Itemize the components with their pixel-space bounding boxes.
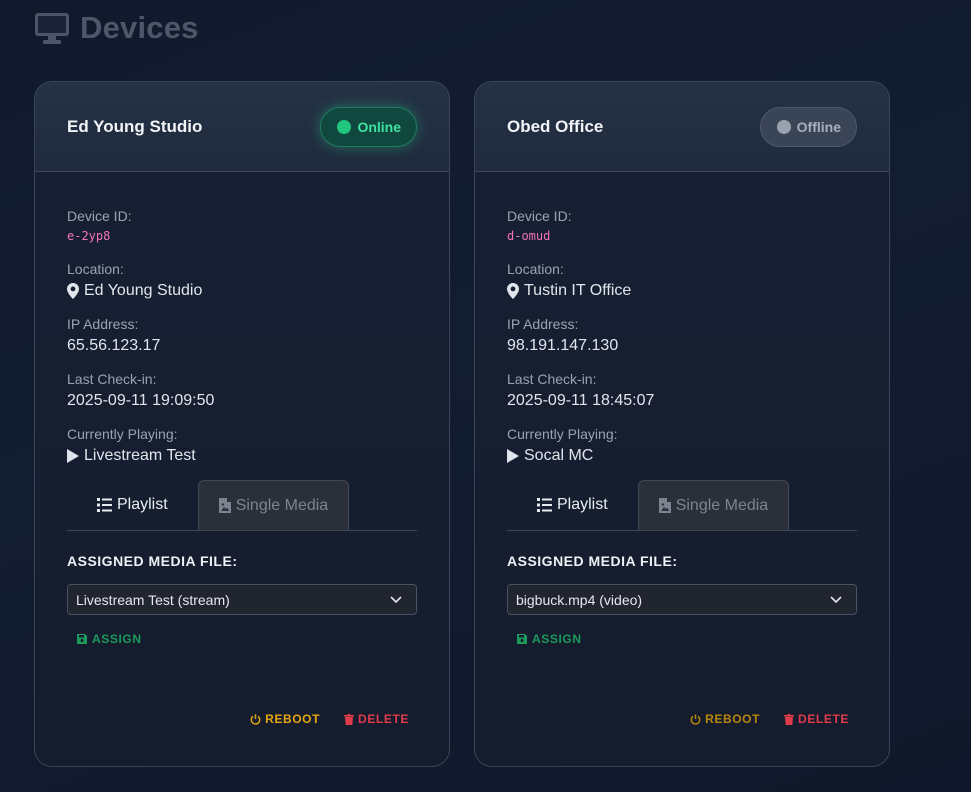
page-header: Devices: [34, 10, 199, 46]
reboot-button[interactable]: REBOOT: [690, 712, 760, 726]
last-checkin-label: Last Check-in:: [507, 371, 597, 387]
last-checkin-value: 2025-09-11 18:45:07: [507, 392, 655, 409]
device-name: Ed Young Studio: [67, 116, 203, 136]
device-name: Obed Office: [507, 116, 604, 136]
ip-address-value: 65.56.123.17: [67, 337, 161, 354]
file-image-icon: [658, 498, 671, 513]
page-title: Devices: [80, 10, 199, 45]
media-file-select[interactable]: bigbuck.mp4 (video): [507, 584, 857, 615]
play-icon: [507, 449, 519, 463]
power-icon: [690, 713, 701, 725]
assign-label: ASSIGN: [532, 632, 582, 646]
assign-button[interactable]: ASSIGN: [517, 632, 582, 646]
tab-single-media[interactable]: Single Media: [197, 480, 350, 530]
device-card-body: Device ID: d-omud Location: Tustin IT Of…: [475, 172, 889, 649]
save-icon: [517, 634, 527, 644]
device-id-label: Device ID:: [67, 208, 132, 224]
list-icon: [97, 498, 112, 512]
list-icon: [537, 498, 552, 512]
device-id-value: e-2yp8: [67, 229, 111, 243]
assigned-media-label: ASSIGNED MEDIA FILE:: [67, 553, 238, 569]
location-value: Ed Young Studio: [67, 282, 417, 300]
status-text: Online: [357, 118, 401, 135]
tab-single-media-label: Single Media: [235, 496, 329, 514]
map-pin-icon: [507, 283, 519, 299]
device-actions: REBOOT DELETE: [690, 712, 849, 726]
assign-button[interactable]: ASSIGN: [77, 632, 142, 646]
save-icon: [77, 634, 87, 644]
location-text: Tustin IT Office: [524, 282, 632, 299]
media-file-selected: Livestream Test (stream): [76, 591, 230, 608]
ip-address-label: IP Address:: [67, 316, 139, 332]
status-badge: Offline: [759, 106, 857, 147]
reboot-button[interactable]: REBOOT: [250, 712, 320, 726]
tab-single-media-label: Single Media: [675, 496, 769, 514]
last-checkin-value: 2025-09-11 19:09:50: [67, 392, 215, 409]
currently-playing-label: Currently Playing:: [507, 426, 618, 442]
device-card: Obed Office Offline Device ID: d-omud Lo…: [474, 81, 890, 767]
delete-button[interactable]: DELETE: [344, 712, 409, 726]
tab-playlist[interactable]: Playlist: [67, 480, 198, 530]
device-card-body: Device ID: e-2yp8 Location: Ed Young Stu…: [35, 172, 449, 649]
device-actions: REBOOT DELETE: [250, 712, 409, 726]
status-badge: Online: [320, 106, 417, 147]
tab-single-media[interactable]: Single Media: [637, 480, 790, 530]
play-icon: [67, 449, 79, 463]
file-image-icon: [218, 498, 231, 513]
device-id-label: Device ID:: [507, 208, 572, 224]
trash-icon: [344, 713, 355, 725]
media-mode-tabs: Playlist Single Media: [507, 480, 857, 531]
currently-playing-text: Socal MC: [524, 447, 594, 464]
chevron-down-icon: [390, 595, 402, 603]
media-file-select[interactable]: Livestream Test (stream): [67, 584, 417, 615]
status-text: Offline: [796, 118, 841, 135]
device-card-header: Ed Young Studio Online: [35, 82, 449, 172]
reboot-label: REBOOT: [265, 712, 321, 726]
currently-playing-value: Socal MC: [507, 447, 857, 465]
chevron-down-icon: [830, 595, 842, 603]
device-card-header: Obed Office Offline: [475, 82, 889, 172]
currently-playing-label: Currently Playing:: [67, 426, 178, 442]
map-pin-icon: [67, 283, 79, 299]
monitor-icon: [35, 13, 69, 44]
trash-icon: [784, 713, 795, 725]
assign-label: ASSIGN: [92, 632, 142, 646]
ip-address-value: 98.191.147.130: [507, 337, 619, 354]
tab-playlist[interactable]: Playlist: [507, 480, 638, 530]
delete-label: DELETE: [358, 712, 409, 726]
location-label: Location:: [507, 261, 564, 277]
ip-address-label: IP Address:: [507, 316, 579, 332]
status-dot-icon: [776, 119, 791, 134]
status-dot-icon: [337, 119, 352, 134]
power-icon: [250, 713, 261, 725]
tab-playlist-label: Playlist: [117, 496, 168, 513]
location-value: Tustin IT Office: [507, 282, 857, 300]
media-file-selected: bigbuck.mp4 (video): [516, 591, 643, 608]
delete-label: DELETE: [798, 712, 849, 726]
location-label: Location:: [67, 261, 124, 277]
delete-button[interactable]: DELETE: [784, 712, 849, 726]
last-checkin-label: Last Check-in:: [67, 371, 157, 387]
currently-playing-value: Livestream Test: [67, 447, 417, 465]
location-text: Ed Young Studio: [84, 282, 203, 299]
device-card: Ed Young Studio Online Device ID: e-2yp8…: [34, 81, 450, 767]
tab-playlist-label: Playlist: [557, 496, 608, 513]
device-id-value: d-omud: [507, 229, 551, 243]
assigned-media-label: ASSIGNED MEDIA FILE:: [507, 553, 678, 569]
currently-playing-text: Livestream Test: [84, 447, 196, 464]
media-mode-tabs: Playlist Single Media: [67, 480, 417, 531]
reboot-label: REBOOT: [705, 712, 761, 726]
